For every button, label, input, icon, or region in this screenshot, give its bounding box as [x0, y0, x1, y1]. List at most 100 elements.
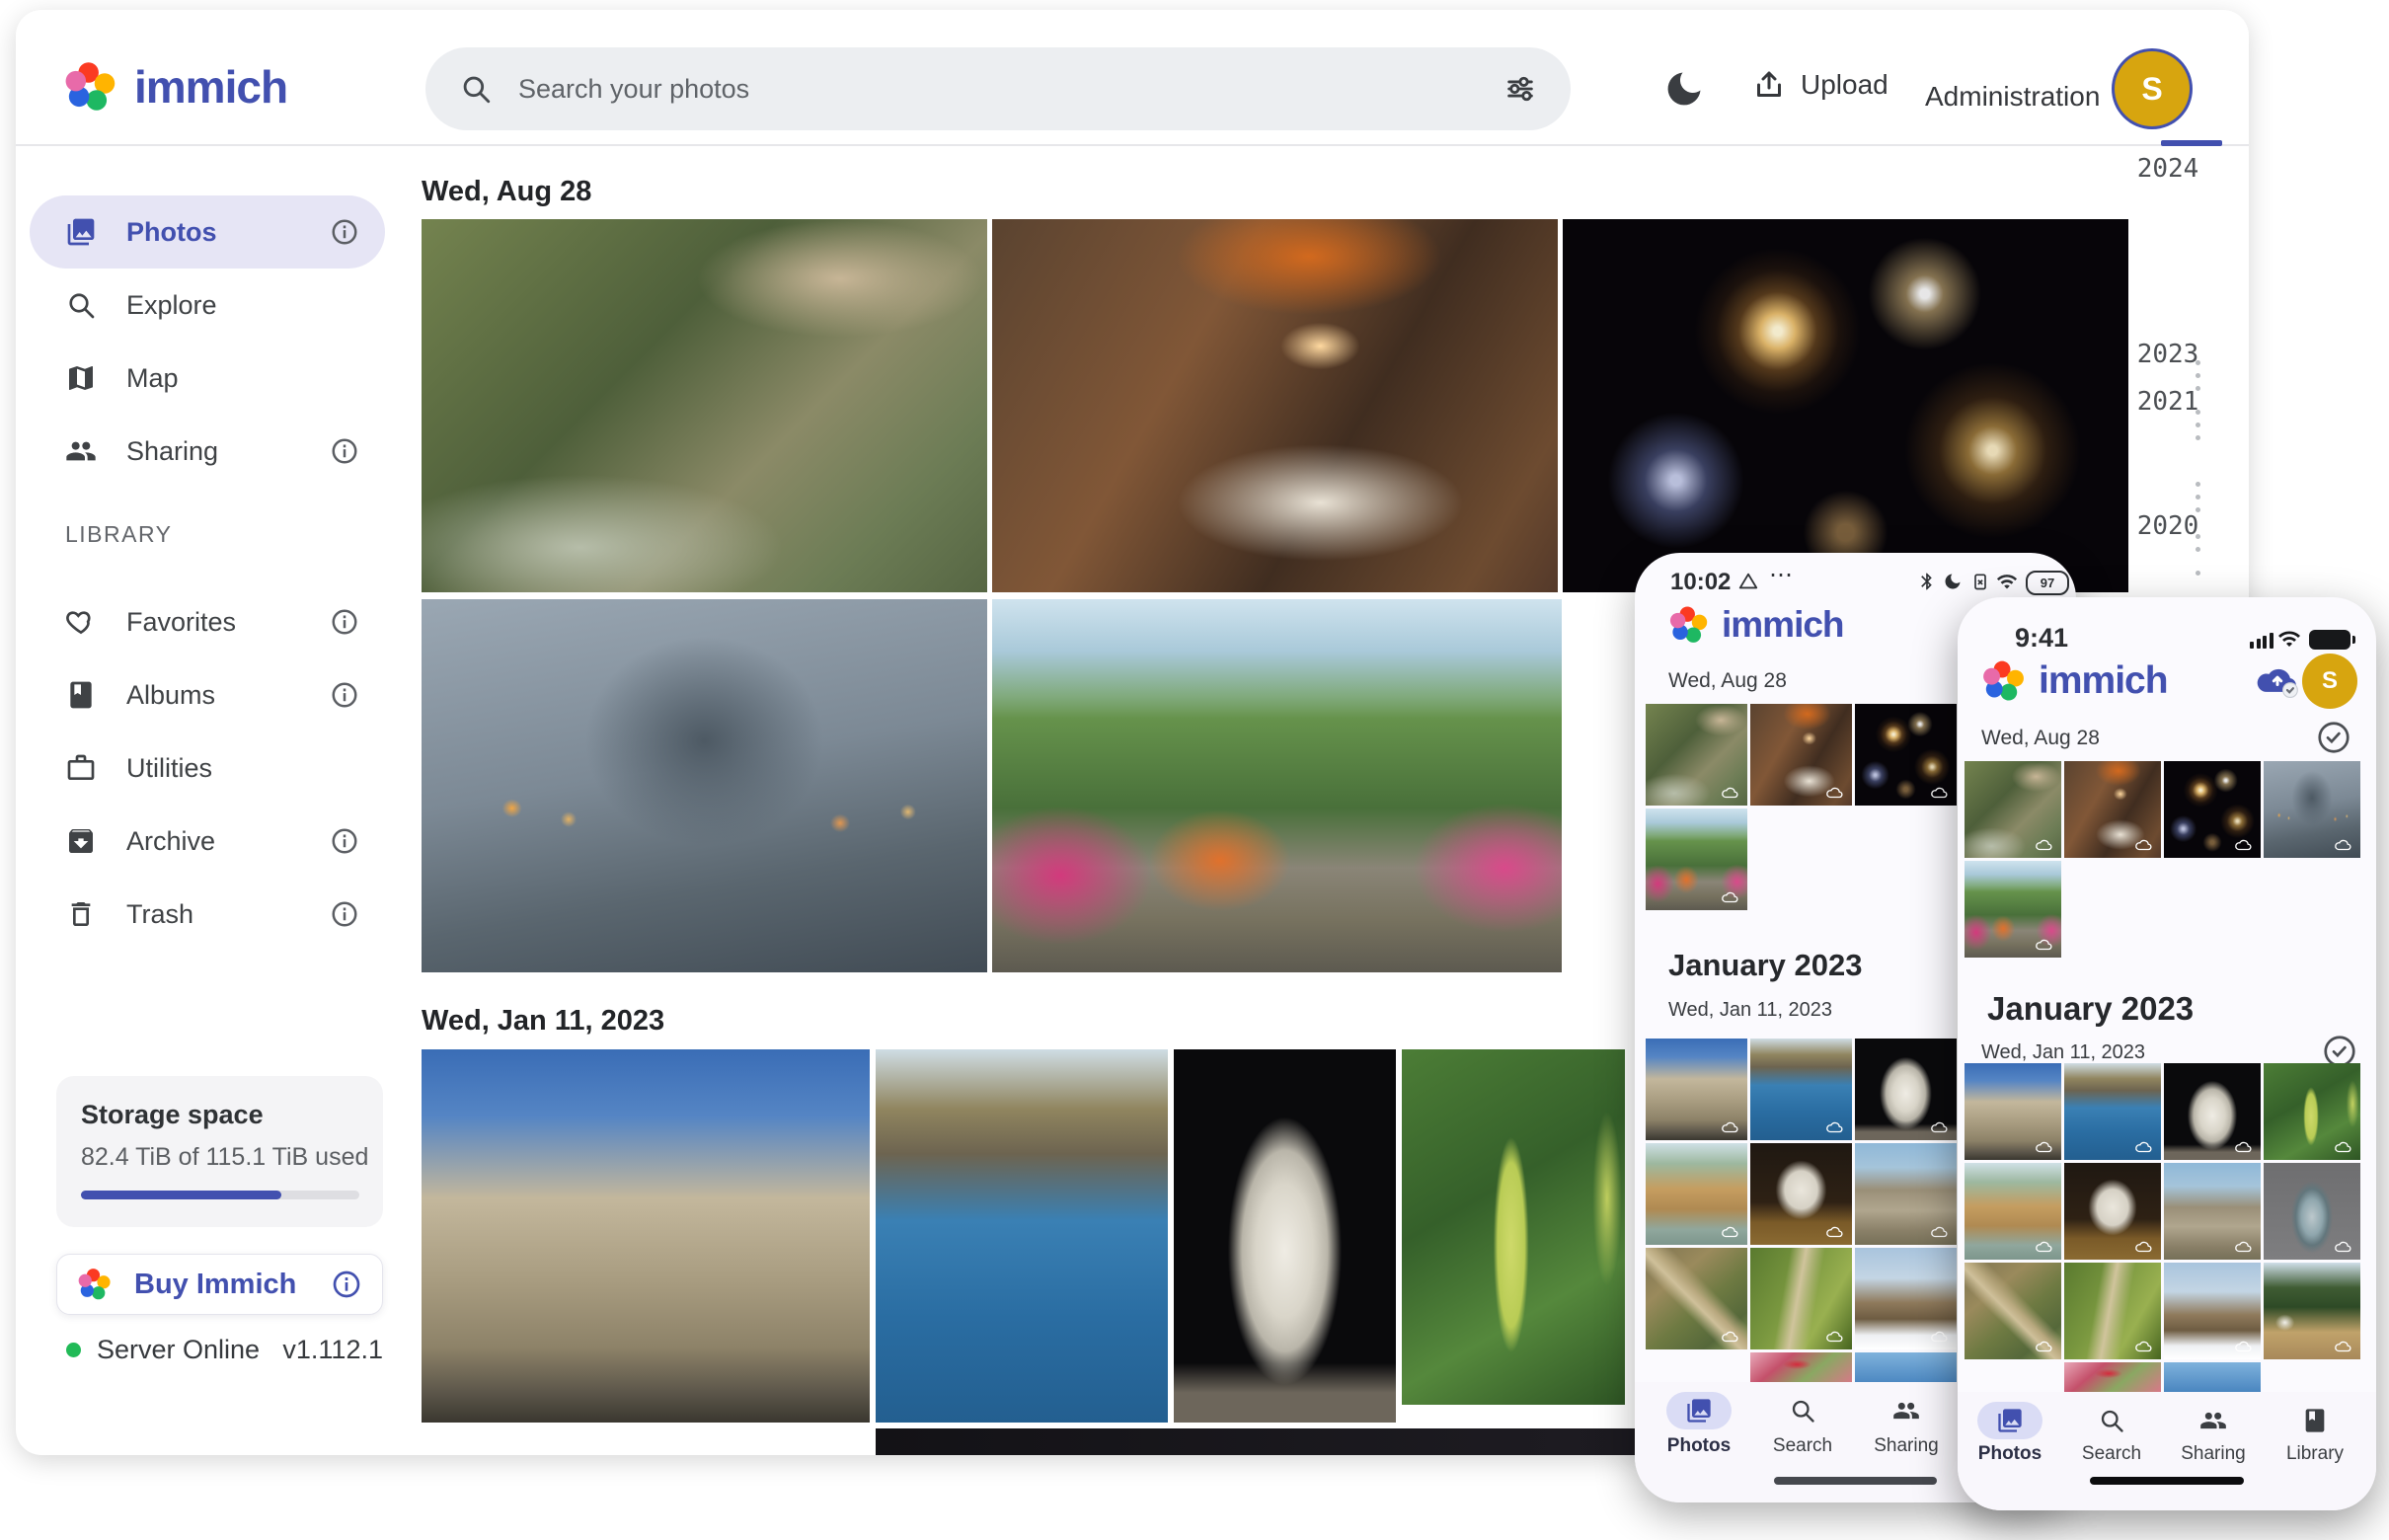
- thumb-blue-sky[interactable]: [1855, 1352, 1957, 1384]
- buy-immich-button[interactable]: Buy Immich: [56, 1254, 383, 1315]
- thumb-jungle-monkeys[interactable]: [1646, 704, 1747, 806]
- photo-autumn-dinner-table[interactable]: [992, 219, 1558, 592]
- sidebar-item-photos[interactable]: Photos: [30, 195, 385, 269]
- thumb-marble-bust[interactable]: [1855, 1039, 1957, 1140]
- thumb-fortress-walls[interactable]: [1646, 1039, 1747, 1140]
- app-logo[interactable]: immich: [63, 59, 287, 115]
- thumb-flowers[interactable]: [2064, 1362, 2161, 1392]
- sidebar-item-favorites[interactable]: Favorites: [30, 585, 385, 658]
- album-icon: [65, 679, 97, 711]
- thumb-sea-grape-berries[interactable]: [2264, 1063, 2360, 1160]
- sidebar-item-albums[interactable]: Albums: [30, 658, 385, 732]
- info-icon[interactable]: [330, 899, 359, 929]
- home-indicator[interactable]: [1774, 1477, 1937, 1485]
- backup-cloud-icon[interactable]: [2254, 658, 2301, 700]
- thumb-beach-cliff[interactable]: [1965, 1163, 2061, 1260]
- photo-fortress-walls[interactable]: [422, 1049, 870, 1423]
- app-logo-text: immich: [2039, 659, 2168, 703]
- thumb-snowy-village[interactable]: [1855, 1248, 1957, 1349]
- sidebar-item-archive[interactable]: Archive: [30, 805, 385, 878]
- thumb-beach-cliff[interactable]: [1646, 1143, 1747, 1245]
- photo-coastal-town[interactable]: [876, 1049, 1168, 1423]
- thumb-alpine-farm[interactable]: [2264, 1263, 2360, 1359]
- sidebar-item-trash[interactable]: Trash: [30, 878, 385, 951]
- photo-jungle-monkeys[interactable]: [422, 219, 987, 592]
- user-avatar[interactable]: S: [2302, 654, 2357, 709]
- thumb-lizard-2[interactable]: [1750, 1248, 1852, 1349]
- dark-mode-toggle[interactable]: [1662, 67, 1706, 111]
- server-status-label: Server Online: [97, 1335, 260, 1365]
- info-icon[interactable]: [330, 217, 359, 247]
- immich-flower-icon: [63, 59, 118, 115]
- storage-space-card: Storage space 82.4 TiB of 115.1 TiB used: [56, 1076, 383, 1227]
- info-icon[interactable]: [331, 1269, 362, 1300]
- sidebar-label: Albums: [126, 680, 215, 711]
- user-avatar[interactable]: S: [2115, 51, 2190, 126]
- server-version: v1.112.1: [282, 1335, 383, 1365]
- upload-icon: [1751, 67, 1787, 103]
- upload-button[interactable]: Upload: [1751, 67, 1888, 103]
- thumb-autumn-dinner-table[interactable]: [2064, 761, 2161, 858]
- search-input[interactable]: Search your photos: [425, 47, 1571, 130]
- thumb-marble-sculpture[interactable]: [2064, 1163, 2161, 1260]
- sidebar-label: Map: [126, 363, 179, 394]
- thumb-flowers[interactable]: [1750, 1352, 1852, 1384]
- immich-flower-icon: [1981, 658, 2027, 704]
- timeline-year[interactable]: 2021: [2132, 387, 2203, 417]
- search-filters-icon[interactable]: [1503, 72, 1537, 106]
- app-logo: immich: [1668, 604, 1844, 646]
- thumb-marble-bust[interactable]: [2164, 1063, 2261, 1160]
- thumb-coastal-town[interactable]: [2064, 1063, 2161, 1160]
- thumb-garden-path[interactable]: [1965, 861, 2061, 958]
- sharing-people-icon: [2199, 1407, 2227, 1434]
- thumb-lizard-1[interactable]: [1646, 1248, 1747, 1349]
- thumb-coastal-town[interactable]: [1750, 1039, 1852, 1140]
- thumb-lizard-2[interactable]: [2064, 1263, 2161, 1359]
- sidebar-item-sharing[interactable]: Sharing: [30, 415, 385, 488]
- status-time: 9:41: [2015, 623, 2068, 654]
- photo-fireworks[interactable]: [1563, 219, 2128, 592]
- photo-sea-grape-berries[interactable]: [1402, 1049, 1625, 1405]
- home-indicator[interactable]: [2090, 1477, 2244, 1485]
- timeline-year[interactable]: 2023: [2132, 340, 2203, 369]
- thumb-castle-ruins[interactable]: [2164, 1163, 2261, 1260]
- photo-garden-path[interactable]: [992, 599, 1562, 972]
- data-saver-icon: [1737, 571, 1759, 592]
- timeline-tick: [2196, 495, 2200, 500]
- info-icon[interactable]: [330, 826, 359, 856]
- heart-icon: [65, 606, 97, 638]
- photo-holding-hands[interactable]: [422, 599, 987, 972]
- info-icon[interactable]: [330, 436, 359, 466]
- photos-icon: [1685, 1397, 1713, 1424]
- thumb-ornate-silver[interactable]: [2264, 1163, 2360, 1260]
- thumb-snowy-village[interactable]: [2164, 1263, 2261, 1359]
- sidebar-item-utilities[interactable]: Utilities: [30, 732, 385, 805]
- thumb-blue-sky[interactable]: [2164, 1362, 2261, 1392]
- thumb-garden-path[interactable]: [1646, 808, 1747, 910]
- info-icon[interactable]: [330, 607, 359, 637]
- timeline-year[interactable]: 2020: [2132, 511, 2203, 541]
- thumb-marble-sculpture[interactable]: [1750, 1143, 1852, 1245]
- thumb-fireworks[interactable]: [1855, 704, 1957, 806]
- thumb-castle-ruins[interactable]: [1855, 1143, 1957, 1245]
- thumb-fortress-walls[interactable]: [1965, 1063, 2061, 1160]
- thumb-lizard-1[interactable]: [1965, 1263, 2061, 1359]
- thumb-holding-hands[interactable]: [2264, 761, 2360, 858]
- server-online-dot: [66, 1343, 81, 1357]
- thumb-jungle-monkeys[interactable]: [1965, 761, 2061, 858]
- thumb-fireworks[interactable]: [2164, 761, 2261, 858]
- info-icon[interactable]: [330, 680, 359, 710]
- signal-bars-icon: [2250, 633, 2273, 649]
- administration-link[interactable]: Administration: [1925, 81, 2100, 113]
- map-icon: [65, 362, 97, 394]
- thumb-autumn-dinner-table[interactable]: [1750, 704, 1852, 806]
- timeline-scrubber-handle[interactable]: [2161, 140, 2222, 146]
- sidebar-item-map[interactable]: Map: [30, 342, 385, 415]
- select-all-check-icon[interactable]: [2316, 720, 2351, 755]
- timeline-year[interactable]: 2024: [2132, 154, 2203, 184]
- night-mode-icon: [1943, 571, 1963, 592]
- sidebar-label: Photos: [126, 217, 217, 248]
- buy-immich-label: Buy Immich: [134, 1269, 296, 1301]
- photo-marble-bust[interactable]: [1174, 1049, 1396, 1423]
- sidebar-item-explore[interactable]: Explore: [30, 269, 385, 342]
